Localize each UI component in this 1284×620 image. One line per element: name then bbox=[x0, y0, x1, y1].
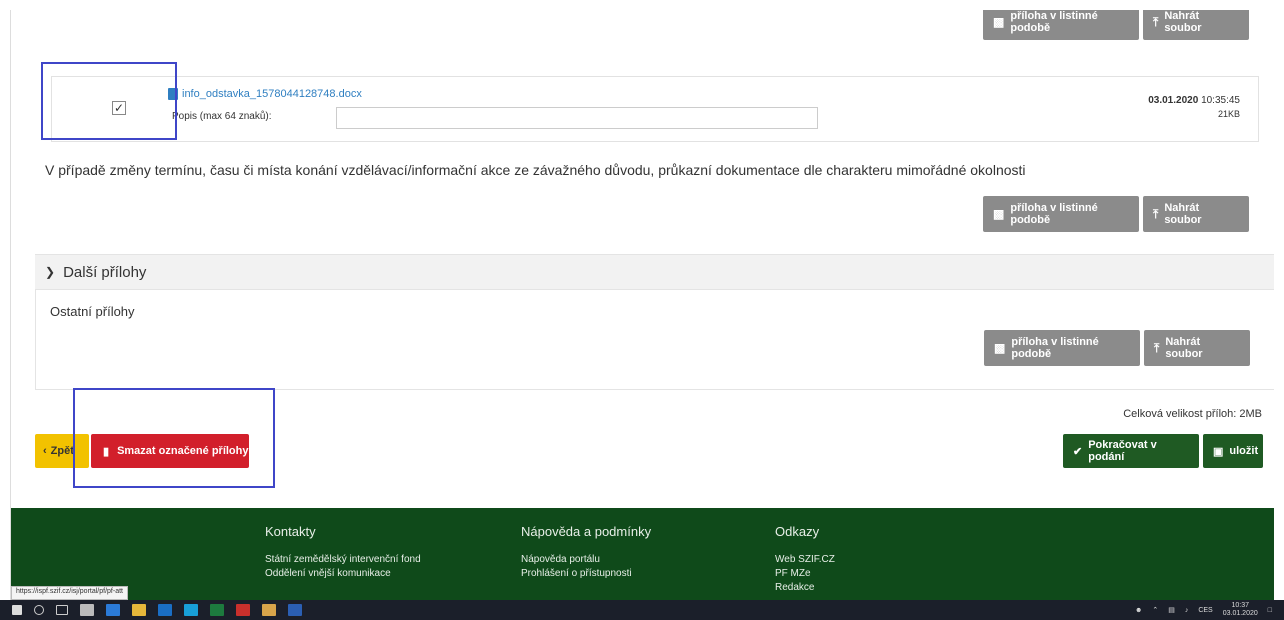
footer-links: Odkazy Web SZIF.CZ PF MZe Redakce bbox=[775, 524, 835, 595]
windows-taskbar: ☻ ⌃ ▤ ♪ CES 10:37 03.01.2020 □ bbox=[0, 600, 1284, 620]
windows-start-icon[interactable] bbox=[12, 605, 22, 615]
document-icon: ▩ bbox=[993, 15, 1005, 29]
word-icon[interactable] bbox=[288, 604, 302, 616]
footer-contacts: Kontakty Státní zemědělský intervenční f… bbox=[265, 524, 421, 581]
upload-icon: ⤒ bbox=[1154, 340, 1160, 355]
language-indicator[interactable]: CES bbox=[1198, 607, 1212, 614]
taskbar-clock[interactable]: 10:37 03.01.2020 bbox=[1223, 602, 1258, 618]
upload-file-button-3[interactable]: ⤒ Nahrát soubor bbox=[1144, 330, 1250, 366]
footer-link[interactable]: Redakce bbox=[775, 581, 835, 595]
file-explorer-icon[interactable] bbox=[132, 604, 146, 616]
document-icon: ▩ bbox=[994, 341, 1006, 355]
skype-icon[interactable] bbox=[184, 604, 198, 616]
upload-icon: ⤒ bbox=[1153, 206, 1159, 221]
search-icon[interactable] bbox=[34, 605, 44, 615]
description-label: Popis (max 64 znaků): bbox=[172, 111, 272, 122]
footer-link[interactable]: Státní zemědělský intervenční fond bbox=[265, 553, 421, 567]
description-input[interactable] bbox=[336, 107, 818, 129]
chevron-left-icon: ‹ bbox=[43, 445, 47, 457]
upload-file-button[interactable]: ⤒ Nahrát soubor bbox=[1143, 10, 1249, 40]
people-icon[interactable]: ☻ bbox=[1135, 607, 1142, 614]
site-footer: Kontakty Státní zemědělský intervenční f… bbox=[11, 508, 1274, 600]
system-tray: ☻ ⌃ ▤ ♪ CES 10:37 03.01.2020 □ bbox=[1135, 602, 1272, 618]
footer-link[interactable]: Nápověda portálu bbox=[521, 553, 651, 567]
chevron-down-icon: ❯ bbox=[45, 265, 56, 279]
footer-help: Nápověda a podmínky Nápověda portálu Pro… bbox=[521, 524, 651, 581]
network-icon[interactable]: ▤ bbox=[1168, 606, 1175, 614]
paper-attachment-button-2[interactable]: ▩ příloha v listinné podobě bbox=[983, 196, 1139, 232]
document-icon: ▩ bbox=[993, 207, 1005, 221]
check-icon: ✔ bbox=[1073, 445, 1083, 458]
uploaded-file-row: ✓ info_odstavka_1578044128748.docx Popis… bbox=[51, 76, 1259, 142]
other-attachments-label: Ostatní přílohy bbox=[50, 304, 135, 319]
edge-browser-icon[interactable] bbox=[106, 604, 120, 616]
save-button[interactable]: ▣ uložit bbox=[1203, 434, 1263, 468]
chevron-up-icon[interactable]: ⌃ bbox=[1152, 606, 1158, 614]
change-notice-text: V případě změny termínu, času či místa k… bbox=[45, 162, 1026, 178]
upload-icon: ⤒ bbox=[1153, 14, 1159, 29]
footer-links-title: Odkazy bbox=[775, 524, 820, 539]
browser-viewport: ▩ příloha v listinné podobě ⤒ Nahrát sou… bbox=[10, 10, 1274, 600]
footer-link[interactable]: Prohlášení o přístupnosti bbox=[521, 567, 651, 581]
paper-attachment-button[interactable]: ▩ příloha v listinné podobě bbox=[983, 10, 1139, 40]
floppy-icon: ▣ bbox=[1213, 445, 1224, 458]
checkbox-highlight-box bbox=[41, 62, 177, 140]
pdf-reader-icon[interactable] bbox=[236, 604, 250, 616]
footer-link[interactable]: Web SZIF.CZ bbox=[775, 553, 835, 567]
task-view-icon[interactable] bbox=[56, 605, 68, 615]
calculator-icon[interactable] bbox=[80, 604, 94, 616]
footer-link[interactable]: PF MZe bbox=[775, 567, 835, 581]
app-icon[interactable] bbox=[262, 604, 276, 616]
volume-icon[interactable]: ♪ bbox=[1185, 607, 1189, 614]
status-bar-url: https://ispf.szif.cz/isj/portal/pf/pf-at… bbox=[11, 586, 128, 600]
other-attachments-panel: Ostatní přílohy ▩ příloha v listinné pod… bbox=[35, 290, 1274, 390]
footer-link[interactable]: Oddělení vnější komunikace bbox=[265, 567, 421, 581]
paper-attachment-button-3[interactable]: ▩ příloha v listinné podobě bbox=[984, 330, 1140, 366]
excel-icon[interactable] bbox=[210, 604, 224, 616]
delete-highlight-box bbox=[73, 388, 275, 488]
notifications-icon[interactable]: □ bbox=[1268, 607, 1272, 614]
accordion-title: Další přílohy bbox=[63, 263, 147, 281]
total-attachments-size: Celková velikost příloh: 2MB bbox=[1123, 408, 1262, 420]
file-link[interactable]: info_odstavka_1578044128748.docx bbox=[182, 88, 362, 100]
footer-contacts-title: Kontakty bbox=[265, 524, 316, 539]
other-attachments-accordion[interactable]: ❯ Další přílohy bbox=[35, 254, 1274, 290]
file-size: 21KB bbox=[1217, 109, 1240, 119]
continue-button[interactable]: ✔ Pokračovat v podání bbox=[1063, 434, 1199, 468]
footer-help-title: Nápověda a podmínky bbox=[521, 524, 652, 539]
outlook-icon[interactable] bbox=[158, 604, 172, 616]
file-upload-date: 03.01.2020 10:35:45 bbox=[1148, 95, 1240, 106]
upload-file-button-2[interactable]: ⤒ Nahrát soubor bbox=[1143, 196, 1249, 232]
